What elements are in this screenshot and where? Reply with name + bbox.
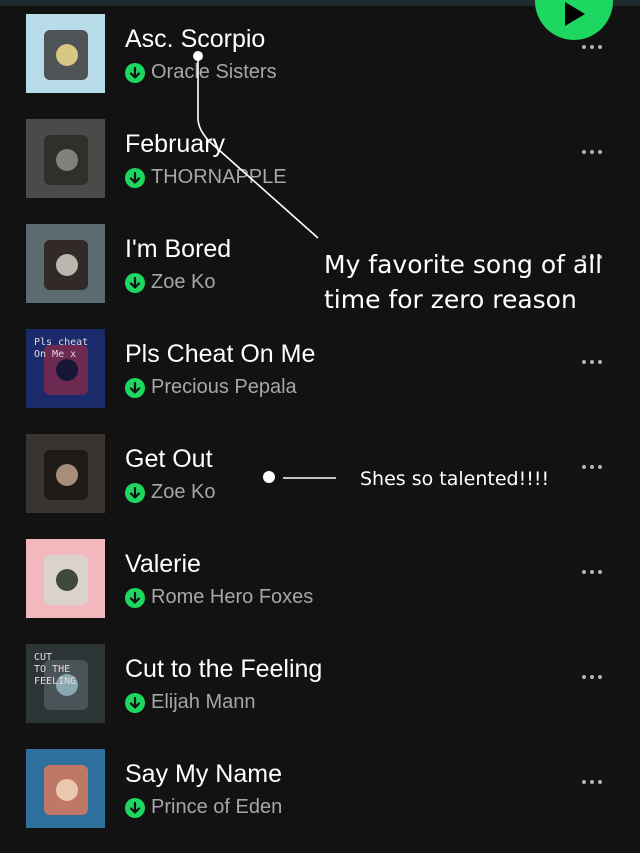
track-row[interactable]: Asc. Scorpio Oracle Sisters <box>0 0 640 105</box>
downloaded-icon <box>125 588 145 608</box>
track-artist[interactable]: Oracle Sisters <box>151 61 277 84</box>
downloaded-icon <box>125 693 145 713</box>
album-art-text: Pls cheat <box>34 337 89 348</box>
track-artist[interactable]: Precious Pepala <box>151 376 297 399</box>
album-art <box>26 749 105 828</box>
track-title: Asc. Scorpio <box>125 25 266 53</box>
more-options-icon[interactable] <box>582 36 618 56</box>
album-art <box>26 119 105 198</box>
downloaded-icon <box>125 273 145 293</box>
album-art <box>26 539 105 618</box>
track-artist[interactable]: Zoe Ko <box>151 271 215 294</box>
downloaded-icon <box>125 168 145 188</box>
track-title: Pls Cheat On Me <box>125 340 316 368</box>
annotation-talented: Shes so talented!!!! <box>360 468 550 490</box>
more-options-icon[interactable] <box>582 666 618 686</box>
track-row[interactable]: Say My Name Prince of Eden <box>0 735 640 840</box>
album-art-text: FEELING <box>34 676 77 687</box>
album-art: CUT TO THE FEELING <box>26 644 105 723</box>
album-art <box>26 434 105 513</box>
track-artist[interactable]: Rome Hero Foxes <box>151 586 313 609</box>
track-title: Valerie <box>125 550 201 578</box>
more-options-icon[interactable] <box>582 141 618 161</box>
annotation-favorite-line1: My favorite song of all <box>324 250 603 279</box>
more-options-icon[interactable] <box>582 561 618 581</box>
annotation-favorite-line2: time for zero reason <box>324 285 577 314</box>
album-art: Pls cheat On Me x <box>26 329 105 408</box>
album-art <box>26 14 105 93</box>
track-artist[interactable]: THORNAPPLE <box>151 166 287 189</box>
track-title: Cut to the Feeling <box>125 655 323 683</box>
track-title: I'm Bored <box>125 235 232 263</box>
downloaded-icon <box>125 378 145 398</box>
track-title: February <box>125 130 226 158</box>
track-artist[interactable]: Prince of Eden <box>151 796 282 819</box>
album-art <box>26 224 105 303</box>
more-options-icon[interactable] <box>582 771 618 791</box>
album-art-text: CUT <box>34 652 53 663</box>
track-artist[interactable]: Zoe Ko <box>151 481 215 504</box>
album-art-text: TO THE <box>34 664 71 675</box>
track-row[interactable]: February THORNAPPLE <box>0 105 640 210</box>
track-row[interactable]: CUT TO THE FEELING Cut to the Feeling Elijah… <box>0 630 640 735</box>
downloaded-icon <box>125 63 145 83</box>
track-row[interactable]: Pls cheat On Me x Pls Cheat On Me Precious … <box>0 315 640 420</box>
track-title: Get Out <box>125 445 213 473</box>
track-title: Say My Name <box>125 760 282 788</box>
more-options-icon[interactable] <box>582 351 618 371</box>
album-art-text: On Me x <box>34 349 77 360</box>
track-artist[interactable]: Elijah Mann <box>151 691 256 714</box>
more-options-icon[interactable] <box>582 456 618 476</box>
downloaded-icon <box>125 798 145 818</box>
downloaded-icon <box>125 483 145 503</box>
track-row[interactable]: Valerie Rome Hero Foxes <box>0 525 640 630</box>
